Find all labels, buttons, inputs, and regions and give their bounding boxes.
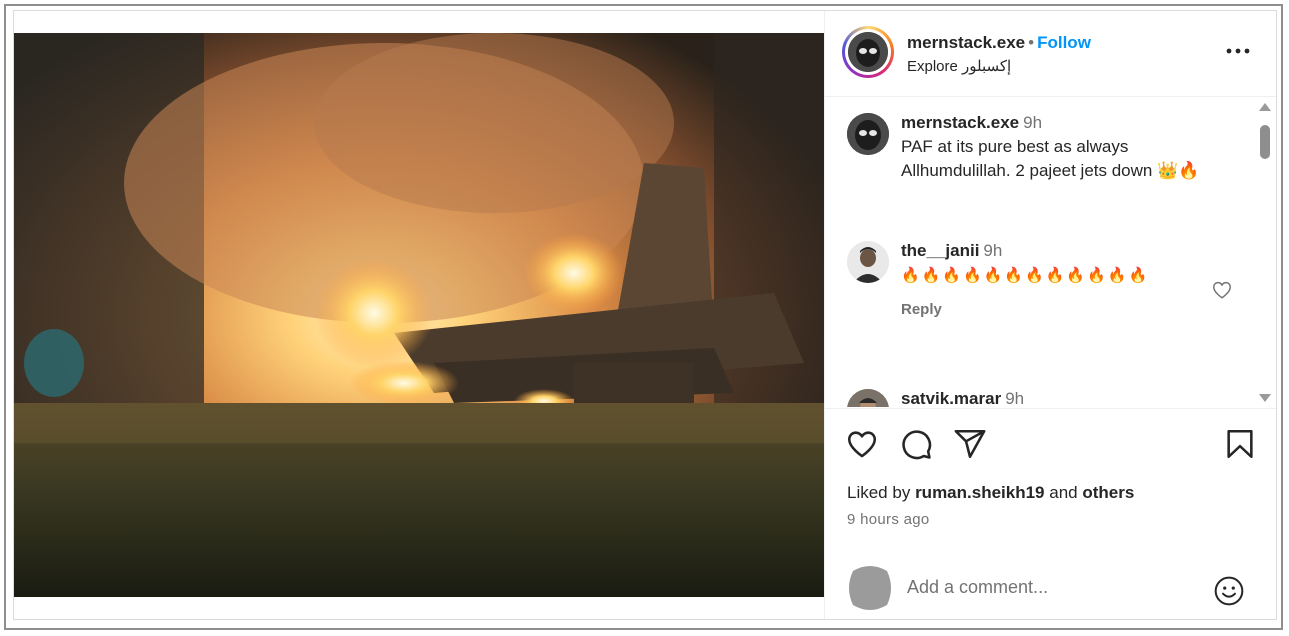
comment-text: PAF at its pure best as always Allhumdul… [901, 137, 1200, 180]
like-button[interactable] [845, 427, 879, 461]
story-ring[interactable] [842, 26, 894, 78]
avatar[interactable] [847, 389, 889, 407]
avatar [848, 32, 888, 72]
comments-scrollbar[interactable] [1257, 103, 1273, 403]
add-comment-row [825, 551, 1276, 619]
spiderman-avatar-icon [847, 113, 889, 155]
avatar[interactable] [847, 241, 889, 283]
person-avatar-icon [847, 241, 889, 283]
separator-dot: • [1028, 33, 1035, 52]
author-subtitle[interactable]: Explore إكسبلور [907, 57, 1011, 75]
share-button[interactable] [953, 427, 987, 461]
scroll-up-arrow-icon[interactable] [1259, 103, 1271, 111]
comment-icon [902, 430, 932, 460]
comment-username[interactable]: the__janii [901, 241, 979, 260]
emoji-button[interactable] [1213, 575, 1245, 607]
comment-username[interactable]: satvik.marar [901, 389, 1001, 407]
save-button[interactable] [1223, 427, 1257, 461]
liked-and: and [1049, 483, 1078, 502]
scroll-thumb[interactable] [1260, 125, 1270, 159]
spiderman-avatar-icon [848, 32, 888, 72]
post-media [14, 11, 824, 619]
blank-avatar-icon [849, 566, 891, 610]
bookmark-icon [1227, 429, 1253, 459]
heart-icon [1213, 281, 1231, 299]
comment-username[interactable]: mernstack.exe [901, 113, 1019, 132]
more-options-button[interactable] [1223, 39, 1253, 63]
post-photo[interactable] [14, 33, 824, 597]
smiley-icon [1214, 576, 1244, 606]
post-header: mernstack.exe • Follow Explore إكسبلور [825, 11, 1276, 97]
post-time[interactable]: 9 hours ago [847, 511, 930, 528]
comment-time[interactable]: 9h [1005, 389, 1024, 407]
avatar[interactable] [847, 113, 889, 155]
more-horizontal-icon [1226, 48, 1250, 54]
comments-list: mernstack.exe 9h PAF at its pure best as … [825, 97, 1255, 407]
liked-prefix: Liked by [847, 483, 911, 502]
comment-time[interactable]: 9h [1023, 113, 1042, 132]
author-line: mernstack.exe • Follow [907, 33, 1091, 53]
heart-icon [847, 431, 877, 458]
liked-user-link[interactable]: ruman.sheikh19 [915, 483, 1044, 502]
comment-time[interactable]: 9h [983, 241, 1002, 260]
follow-button[interactable]: Follow [1037, 33, 1091, 52]
author-username[interactable]: mernstack.exe [907, 33, 1025, 52]
add-comment-input[interactable] [907, 577, 1187, 598]
liked-others-link[interactable]: others [1082, 483, 1134, 502]
comment-button[interactable] [899, 427, 933, 461]
scroll-down-arrow-icon[interactable] [1259, 394, 1271, 402]
burning-jet-image [14, 33, 824, 597]
share-icon [954, 429, 986, 459]
person-avatar-icon [847, 389, 889, 407]
post-side-panel: mernstack.exe • Follow Explore إكسبلور m… [824, 11, 1276, 619]
liked-by-line: Liked by ruman.sheikh19 and others [847, 483, 1134, 503]
comment-text: 🔥🔥🔥🔥🔥🔥🔥🔥🔥🔥🔥🔥 [901, 267, 1150, 284]
post-actions: Liked by ruman.sheikh19 and others 9 hou… [825, 408, 1276, 619]
viewer-avatar [847, 563, 893, 613]
reply-button[interactable]: Reply [901, 298, 942, 322]
post-card: mernstack.exe • Follow Explore إكسبلور m… [13, 10, 1277, 620]
comment-like-button[interactable] [1211, 279, 1233, 301]
